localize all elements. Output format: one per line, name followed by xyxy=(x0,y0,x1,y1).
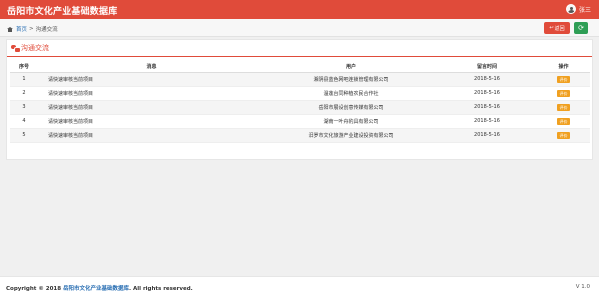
cell-action: 评价 xyxy=(537,72,590,87)
cell-message: 请快速审核当前项目 xyxy=(38,100,265,115)
table-row: 4 请快速审核当前项目 湖南一叶舟豹具有限公司 2018-5-16 评价 xyxy=(10,114,590,129)
home-icon xyxy=(7,26,13,32)
copyright-suffix: . All rights reserved. xyxy=(129,286,193,292)
cell-user: 岳阳市展设创意传媒有限公司 xyxy=(265,100,437,115)
cell-message: 请快速审核当前项目 xyxy=(38,128,265,143)
breadcrumb-current: 沟通交流 xyxy=(35,27,58,33)
cell-no: 4 xyxy=(10,114,38,129)
evaluate-button[interactable]: 评价 xyxy=(557,89,570,97)
user-menu[interactable]: 张三 xyxy=(565,4,591,14)
cell-action: 评价 xyxy=(537,86,590,101)
breadcrumb: 首页 > 沟通交流 xyxy=(7,25,58,33)
cell-user: 温莲台同种植农民合作社 xyxy=(265,86,437,101)
cell-time: 2018-5-16 xyxy=(437,86,537,101)
cell-no: 1 xyxy=(10,72,38,87)
table-row: 3 请快速审核当前项目 岳阳市展设创意传媒有限公司 2018-5-16 评价 xyxy=(10,100,590,115)
table-row: 1 请快速审核当前项目 湘阴县蓝色网吧连锁管理有限公司 2018-5-16 评价 xyxy=(10,72,590,87)
cell-message: 请快速审核当前项目 xyxy=(38,72,265,87)
breadcrumb-home-link[interactable]: 首页 xyxy=(16,25,27,33)
panel-title: 沟通交流 xyxy=(21,44,49,52)
footer: Copyright © 2018 岳阳市文化产业基础数据库. All right… xyxy=(0,276,599,296)
messages-table: 序号 消息 用户 留言时间 操作 1 请快速审核当前项目 湘阴县蓝色网吧连锁管理… xyxy=(10,61,590,143)
panel-header: 沟通交流 xyxy=(7,40,592,57)
app-title: 岳阳市文化产业基础数据库 xyxy=(7,7,118,17)
cell-message: 请快速审核当前项目 xyxy=(38,114,265,129)
copyright-link[interactable]: 岳阳市文化产业基础数据库 xyxy=(63,286,129,292)
reply-arrow-icon: ↩ xyxy=(549,25,554,31)
user-avatar-icon[interactable] xyxy=(565,4,576,14)
evaluate-button[interactable]: 评价 xyxy=(557,117,570,125)
cell-no: 5 xyxy=(10,128,38,143)
cell-no: 3 xyxy=(10,100,38,115)
chat-bubbles-icon xyxy=(11,45,21,53)
refresh-button[interactable]: ⟳ xyxy=(574,22,588,34)
col-header-time: 留言时间 xyxy=(437,61,537,73)
evaluate-button[interactable]: 评价 xyxy=(557,103,570,111)
cell-time: 2018-5-16 xyxy=(437,128,537,143)
back-button-label: 返回 xyxy=(554,25,565,32)
cell-action: 评价 xyxy=(537,100,590,115)
breadcrumb-separator: > xyxy=(29,26,34,32)
col-header-message: 消息 xyxy=(38,61,265,73)
version-label: V 1.0 xyxy=(575,284,590,290)
cell-no: 2 xyxy=(10,86,38,101)
cell-time: 2018-5-16 xyxy=(437,100,537,115)
copyright-text: Copyright © 2018 岳阳市文化产业基础数据库. All right… xyxy=(6,284,193,292)
cell-user: 湖南一叶舟豹具有限公司 xyxy=(265,114,437,129)
col-header-no: 序号 xyxy=(10,61,38,73)
back-button[interactable]: ↩ 返回 xyxy=(544,22,570,34)
user-name[interactable]: 张三 xyxy=(579,5,591,14)
table-row: 2 请快速审核当前项目 温莲台同种植农民合作社 2018-5-16 评价 xyxy=(10,86,590,101)
cell-user: 汨罗市文化旅游产业建设投资有限公司 xyxy=(265,128,437,143)
cell-user: 湘阴县蓝色网吧连锁管理有限公司 xyxy=(265,72,437,87)
refresh-icon: ⟳ xyxy=(578,24,584,32)
cell-time: 2018-5-16 xyxy=(437,114,537,129)
top-header-bar: 岳阳市文化产业基础数据库 张三 xyxy=(0,0,599,19)
table-header-row: 序号 消息 用户 留言时间 操作 xyxy=(10,61,590,73)
cell-action: 评价 xyxy=(537,114,590,129)
copyright-prefix: Copyright © 2018 xyxy=(6,286,62,292)
cell-message: 请快速审核当前项目 xyxy=(38,86,265,101)
cell-time: 2018-5-16 xyxy=(437,72,537,87)
evaluate-button[interactable]: 评价 xyxy=(557,131,570,139)
col-header-user: 用户 xyxy=(265,61,437,73)
cell-action: 评价 xyxy=(537,128,590,143)
evaluate-button[interactable]: 评价 xyxy=(557,75,570,83)
breadcrumb-bar: 首页 > 沟通交流 xyxy=(0,19,599,37)
col-header-action: 操作 xyxy=(537,61,590,73)
table-row: 5 请快速审核当前项目 汨罗市文化旅游产业建设投资有限公司 2018-5-16 … xyxy=(10,128,590,143)
communication-panel: 沟通交流 序号 消息 用户 留言时间 操作 1 请快速审核当前项目 湘阴县蓝色网… xyxy=(6,39,593,160)
